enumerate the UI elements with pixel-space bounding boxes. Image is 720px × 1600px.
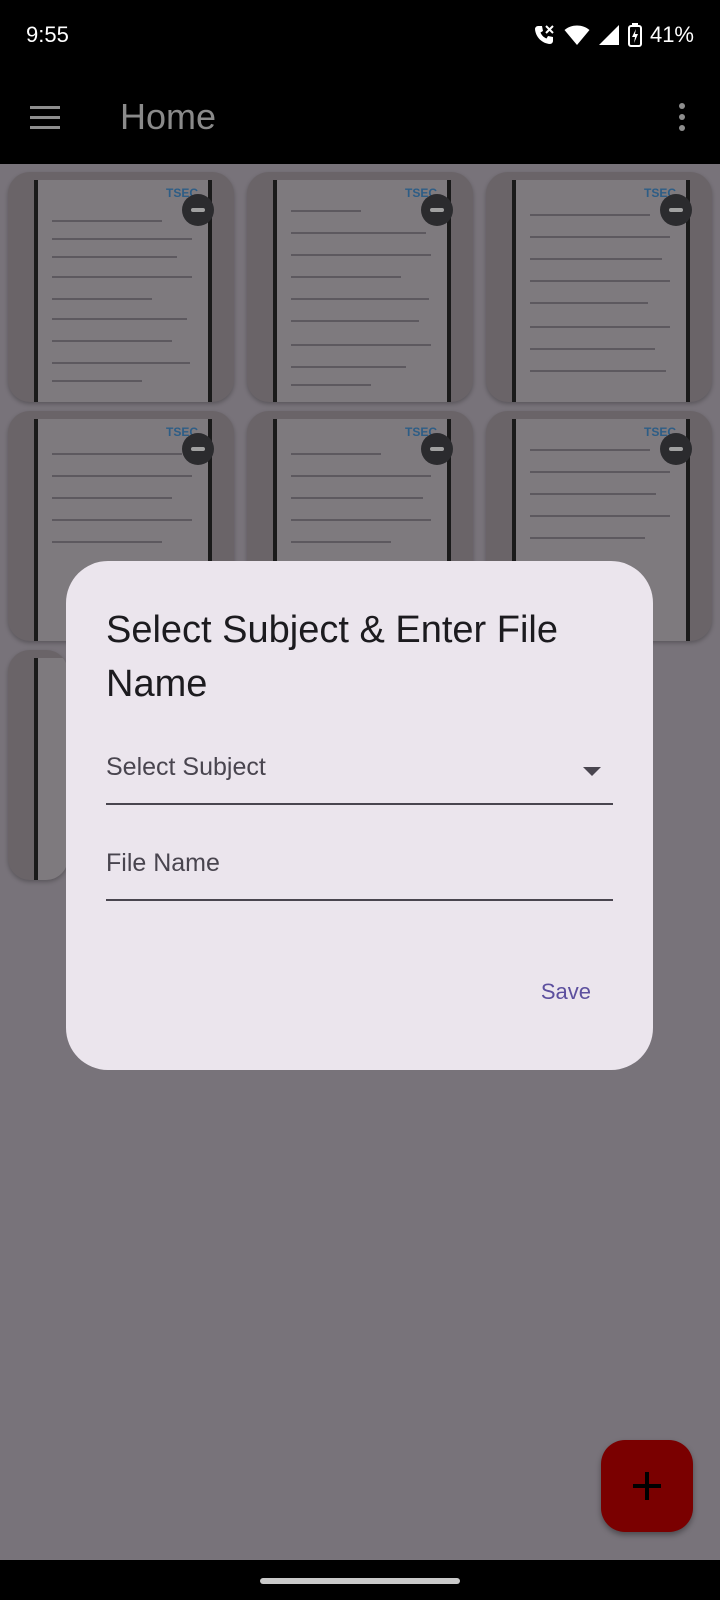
status-icons: 41% — [532, 22, 694, 48]
remove-icon[interactable] — [421, 433, 453, 465]
page-card[interactable]: TSEC — [486, 172, 712, 402]
status-bar: 9:55 41% — [0, 0, 720, 72]
page-card[interactable]: TSEC — [8, 172, 234, 402]
subject-dropdown-label: Select Subject — [106, 753, 266, 781]
nav-bar — [0, 1560, 720, 1600]
file-name-field[interactable]: File Name — [106, 843, 613, 901]
app-bar: Home — [0, 72, 720, 164]
remove-icon[interactable] — [421, 194, 453, 226]
battery-icon — [627, 23, 642, 47]
screen: 9:55 41% Home TSEC TSEC TSEC TSEC TSEC T… — [0, 0, 720, 1600]
call-icon — [534, 25, 554, 44]
add-button[interactable] — [601, 1440, 693, 1532]
add-icon — [633, 1472, 661, 1500]
remove-icon[interactable] — [660, 194, 692, 226]
status-time: 9:55 — [26, 22, 69, 47]
battery-percent: 41% — [649, 22, 694, 47]
page-card[interactable]: TSEC — [247, 172, 473, 402]
remove-icon[interactable] — [660, 433, 692, 465]
wifi-icon — [564, 25, 590, 45]
dialog-title: Select Subject & Enter File Name — [106, 609, 558, 705]
signal-icon — [598, 25, 619, 45]
menu-icon[interactable] — [26, 100, 66, 136]
home-gesture-handle[interactable] — [260, 1578, 460, 1584]
save-button[interactable]: Save — [541, 979, 591, 1005]
file-name-label: File Name — [106, 849, 220, 877]
more-vert-icon[interactable] — [670, 100, 694, 136]
page-thumbnail — [34, 658, 68, 880]
subject-dropdown[interactable]: Select Subject — [106, 747, 613, 805]
remove-icon[interactable] — [182, 194, 214, 226]
save-file-dialog: Select Subject & Enter File Name Select … — [66, 561, 653, 1070]
remove-icon[interactable] — [182, 433, 214, 465]
page-card[interactable] — [8, 650, 68, 880]
arrow-drop-down-icon — [583, 767, 601, 776]
app-title: Home — [120, 96, 217, 137]
